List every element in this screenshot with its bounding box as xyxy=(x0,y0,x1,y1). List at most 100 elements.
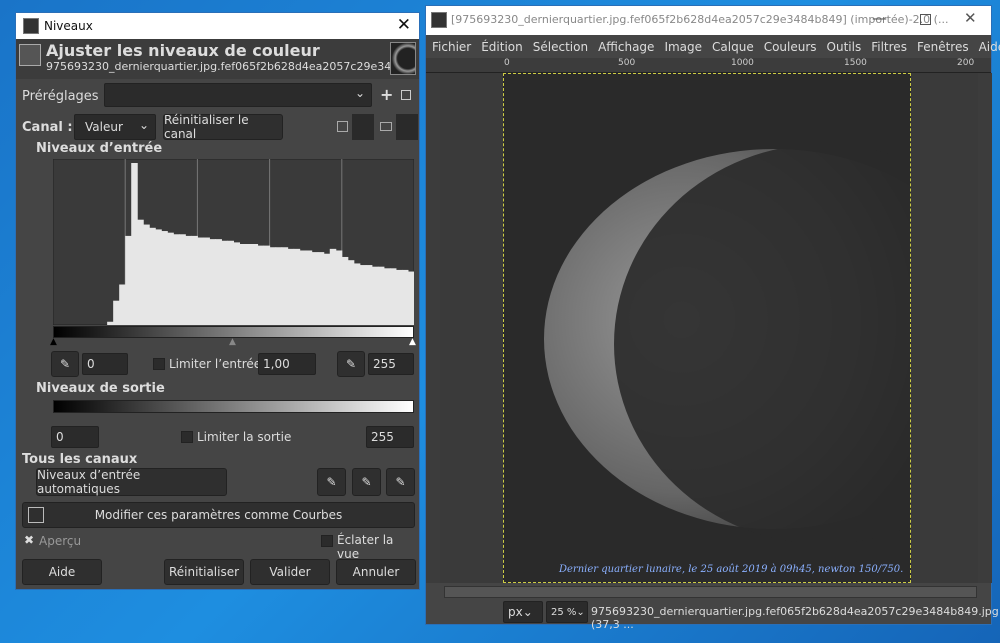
histogram-bar xyxy=(329,248,337,325)
menu-7[interactable]: Outils xyxy=(827,40,862,54)
histogram-bar xyxy=(341,256,349,325)
histogram-bar xyxy=(161,231,168,325)
zoom-select[interactable]: 25 % ⌄ xyxy=(546,601,588,623)
histogram-bar xyxy=(359,265,367,325)
menu-9[interactable]: Fenêtres xyxy=(917,40,969,54)
output-levels-heading: Niveaux de sortie xyxy=(36,381,165,396)
vertical-ruler[interactable] xyxy=(426,73,440,583)
menu-4[interactable]: Image xyxy=(664,40,702,54)
pick-gray-button[interactable]: ✎ xyxy=(352,468,381,496)
input-low-field[interactable]: 0 xyxy=(82,353,128,375)
dialog-titlebar: Niveaux ✕ xyxy=(16,13,419,39)
histogram-bar xyxy=(287,248,295,325)
black-picker-button[interactable]: ✎ xyxy=(51,351,79,377)
histogram-bar xyxy=(125,235,132,325)
cancel-button[interactable]: Annuler xyxy=(336,559,416,585)
clamp-output-checkbox[interactable] xyxy=(181,431,193,443)
clamp-output-label: Limiter la sortie xyxy=(197,430,292,444)
auto-input-button[interactable]: Niveaux d’entrée automatiques xyxy=(36,468,227,496)
histogram-bar xyxy=(281,247,289,325)
histogram-bar xyxy=(347,260,355,325)
histogram-filled-icon[interactable] xyxy=(396,114,418,140)
header-title: Ajuster les niveaux de couleur xyxy=(46,41,320,60)
split-view-checkbox[interactable] xyxy=(321,535,333,547)
input-high-field[interactable]: 255 xyxy=(368,353,414,375)
chevron-down-icon: ⌄ xyxy=(138,118,149,132)
presets-select[interactable]: ⌄ xyxy=(104,83,372,107)
histogram-bar xyxy=(251,244,259,325)
menu-10[interactable]: Aide xyxy=(979,40,1000,54)
channel-select[interactable]: Valeur ⌄ xyxy=(74,114,156,140)
histogram-bar xyxy=(335,250,343,325)
menu-8[interactable]: Filtres xyxy=(871,40,907,54)
all-channels-heading: Tous les canaux xyxy=(22,452,138,467)
output-low-field[interactable]: 0 xyxy=(51,426,99,448)
minimize-icon[interactable]: — xyxy=(872,9,887,27)
white-point-handle[interactable]: ▲ xyxy=(409,337,416,347)
pick-black-button[interactable]: ✎ xyxy=(317,468,346,496)
horizontal-ruler[interactable]: 0 500 1000 1500 200 xyxy=(426,58,991,73)
unit-select[interactable]: px ⌄ xyxy=(503,601,543,623)
histogram-bar xyxy=(173,234,180,325)
output-gradient xyxy=(53,400,414,413)
black-point-handle[interactable]: ▲ xyxy=(50,337,57,347)
menu-2[interactable]: Sélection xyxy=(533,40,588,54)
gimp-icon xyxy=(431,12,447,28)
histogram-bar xyxy=(185,235,192,325)
histogram-bar xyxy=(269,247,277,325)
histogram-bar xyxy=(179,234,186,325)
log-histogram-icon[interactable] xyxy=(352,114,374,140)
curves-icon xyxy=(28,507,44,523)
reset-button[interactable]: Réinitialiser xyxy=(164,559,244,585)
horizontal-scrollbar[interactable] xyxy=(444,586,977,598)
histogram-bar xyxy=(143,224,150,325)
split-view-label: Éclater la vue xyxy=(337,533,394,561)
histogram-outline-icon[interactable] xyxy=(380,122,392,131)
vertical-scrollbar[interactable] xyxy=(978,73,992,583)
histogram-bar xyxy=(167,232,174,325)
histogram-bar xyxy=(383,268,391,325)
histogram-bar xyxy=(149,227,156,325)
histogram-bar xyxy=(203,237,210,325)
menu-0[interactable]: Fichier xyxy=(432,40,471,54)
menu-3[interactable]: Affichage xyxy=(598,40,654,54)
chevron-down-icon: ⌄ xyxy=(354,86,365,100)
histogram-bar xyxy=(299,250,307,325)
pick-white-button[interactable]: ✎ xyxy=(386,468,415,496)
edit-as-curves-button[interactable]: Modifier ces paramètres comme Courbes xyxy=(22,502,415,528)
histogram-bar xyxy=(323,253,331,325)
gamma-handle[interactable]: ▲ xyxy=(229,337,236,347)
add-preset-icon[interactable]: + xyxy=(380,85,393,104)
close-icon[interactable]: ✕ xyxy=(964,9,977,27)
help-button[interactable]: Aide xyxy=(22,559,102,585)
menu-5[interactable]: Calque xyxy=(712,40,754,54)
canvas[interactable]: Dernier quartier lunaire, le 25 août 201… xyxy=(440,73,978,583)
close-icon[interactable]: ✕ xyxy=(397,15,411,35)
menu-6[interactable]: Couleurs xyxy=(764,40,817,54)
histogram-bar xyxy=(197,237,204,325)
ok-button[interactable]: Valider xyxy=(250,559,330,585)
histogram-bar xyxy=(227,240,234,325)
preview-checkbox[interactable]: ✖ xyxy=(24,533,34,547)
histogram-bar xyxy=(407,271,414,325)
gamma-field[interactable]: 1,00 xyxy=(258,353,316,375)
histogram-bar xyxy=(131,163,138,325)
histogram-bar xyxy=(245,244,253,325)
histogram-bar xyxy=(107,321,114,325)
gimp-icon xyxy=(23,18,39,34)
menu-1[interactable]: Édition xyxy=(481,40,523,54)
linear-histogram-icon[interactable] xyxy=(337,121,348,132)
histogram-bar xyxy=(257,245,265,325)
status-text: 975693230_dernierquartier.jpg.fef065f2b6… xyxy=(591,605,999,631)
clamp-input-checkbox[interactable] xyxy=(153,358,165,370)
histogram-bar xyxy=(233,242,241,325)
output-high-field[interactable]: 255 xyxy=(366,426,414,448)
preset-menu-icon[interactable] xyxy=(401,90,411,100)
histogram-chart[interactable] xyxy=(53,159,414,325)
input-levels-heading: Niveaux d’entrée xyxy=(36,141,163,156)
reset-channel-button[interactable]: Réinitialiser le canal xyxy=(163,113,283,141)
histogram-bar xyxy=(119,284,126,325)
histogram-bar xyxy=(215,239,222,325)
white-picker-button[interactable]: ✎ xyxy=(337,351,365,377)
maximize-icon[interactable] xyxy=(920,14,931,25)
